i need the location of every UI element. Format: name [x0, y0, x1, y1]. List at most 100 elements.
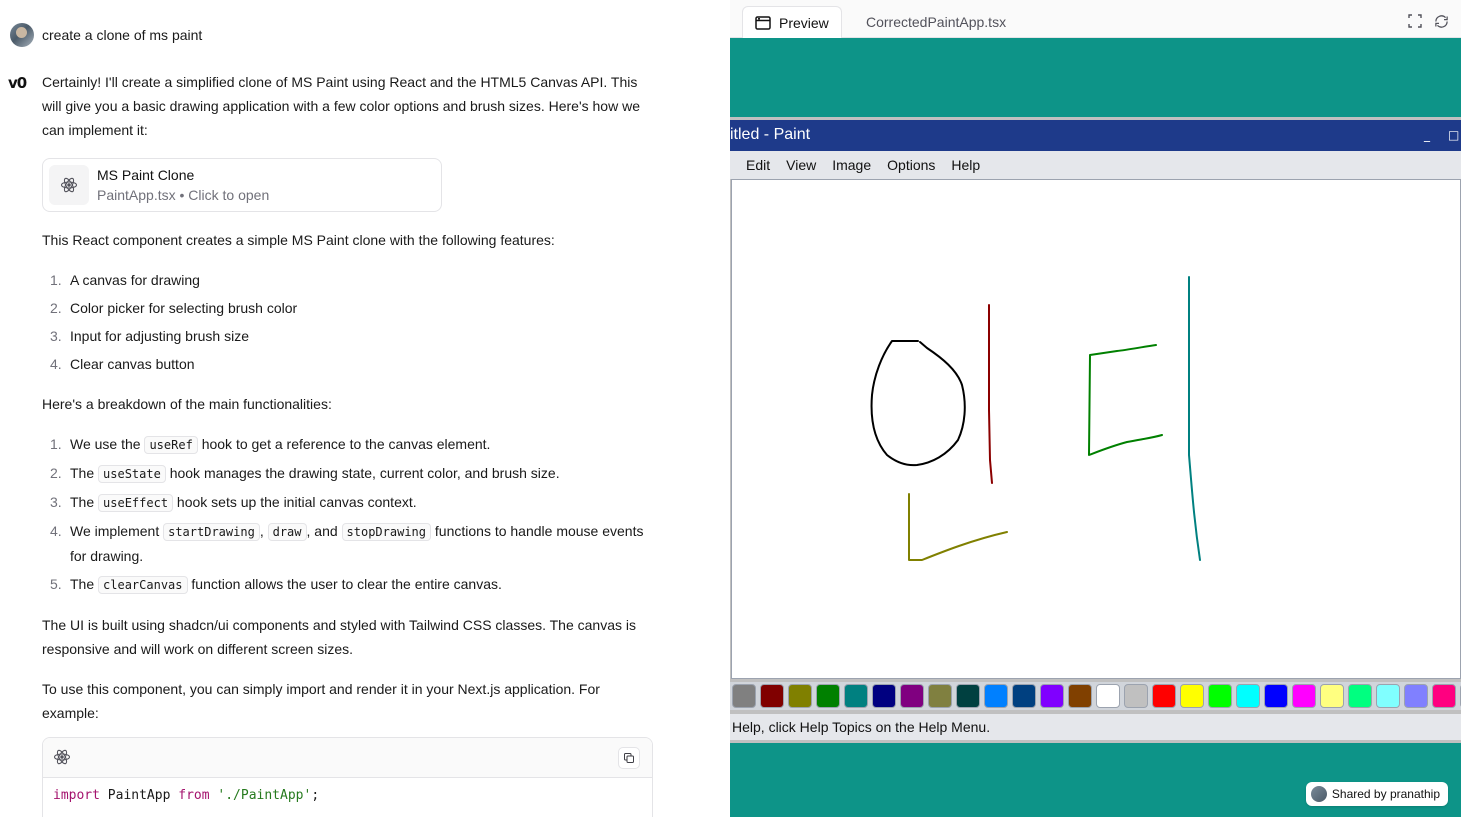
- color-swatch[interactable]: [1404, 684, 1428, 708]
- fullscreen-icon[interactable]: [1407, 13, 1423, 29]
- code-content: import PaintApp from './PaintApp';: [43, 778, 652, 813]
- color-swatch[interactable]: [1152, 684, 1176, 708]
- status-bar: Help, click Help Topics on the Help Menu…: [730, 714, 1461, 740]
- file-card[interactable]: MS Paint Clone PaintApp.tsx • Click to o…: [42, 158, 442, 212]
- list-item: 1. A canvas for drawing: [50, 272, 200, 288]
- v0-logo-icon: v0: [8, 74, 27, 92]
- sharer-avatar: [1310, 786, 1327, 802]
- user-message: create a clone of ms paint: [42, 27, 203, 43]
- feature-text: Input for adjusting brush size: [70, 328, 249, 344]
- drawn-stroke-red-line: [988, 304, 993, 484]
- preview-pane: Preview CorrectedPaintApp.tsx itled - Pa…: [730, 0, 1461, 817]
- shared-username: pranathip: [1389, 787, 1440, 801]
- drawn-stroke-teal-line: [1188, 276, 1201, 561]
- assistant-answer: Certainly! I'll create a simplified clon…: [42, 70, 657, 741]
- color-swatch[interactable]: [1096, 684, 1120, 708]
- color-swatch[interactable]: [816, 684, 840, 708]
- intro-paragraph: Certainly! I'll create a simplified clon…: [42, 74, 640, 138]
- code-keyword: from: [178, 788, 210, 803]
- color-palette: [730, 682, 1461, 710]
- inline-code: useRef: [144, 436, 198, 454]
- inline-code: draw: [267, 523, 307, 541]
- tab-file[interactable]: CorrectedPaintApp.tsx: [866, 6, 1006, 38]
- code-block-header: [43, 738, 652, 778]
- list-item: 4. We implement startDrawing, draw, and s…: [50, 523, 644, 564]
- color-swatch[interactable]: [1208, 684, 1232, 708]
- chat-pane: create a clone of ms paint v0 Certainly!…: [0, 0, 730, 817]
- menu-bar: Edit View Image Options Help: [730, 151, 1461, 179]
- file-card-subtitle: PaintApp.tsx • Click to open: [97, 185, 269, 205]
- paint-window: itled - Paint _ □ Edit View Image Option…: [730, 117, 1461, 743]
- user-message-row: create a clone of ms paint: [10, 23, 202, 47]
- shared-by-badge[interactable]: Shared by pranathip: [1305, 782, 1448, 806]
- inline-code: stopDrawing: [341, 523, 432, 541]
- list-item: 2. The useState hook manages the drawing …: [50, 465, 560, 483]
- color-swatch[interactable]: [1320, 684, 1344, 708]
- color-swatch[interactable]: [1236, 684, 1260, 708]
- color-swatch[interactable]: [984, 684, 1008, 708]
- maximize-button[interactable]: □: [1448, 128, 1459, 142]
- inline-code: clearCanvas: [98, 576, 188, 594]
- list-item: 3. The useEffect hook sets up the initial…: [50, 494, 417, 512]
- inline-code: useEffect: [98, 494, 174, 512]
- list-item: 1. We use the useRef hook to get a refere…: [50, 436, 491, 454]
- feature-text: A canvas for drawing: [70, 272, 200, 288]
- list-item: 4. Clear canvas button: [50, 356, 195, 372]
- usage-intro-paragraph: To use this component, you can simply im…: [42, 681, 600, 721]
- menu-item-edit[interactable]: Edit: [746, 157, 770, 173]
- copy-button[interactable]: [618, 747, 640, 769]
- file-card-title: MS Paint Clone: [97, 167, 195, 183]
- color-swatch[interactable]: [1376, 684, 1400, 708]
- drawn-stroke-oval: [870, 340, 966, 467]
- code-identifier: PaintApp: [99, 788, 179, 803]
- drawn-stroke-olive-l: [908, 493, 1008, 561]
- file-card-filename: PaintApp.tsx: [97, 187, 176, 203]
- code-string: './PaintApp': [217, 788, 312, 803]
- color-swatch[interactable]: [1040, 684, 1064, 708]
- color-swatch[interactable]: [732, 684, 756, 708]
- ui-note-paragraph: The UI is built using shadcn/ui componen…: [42, 617, 637, 657]
- color-swatch[interactable]: [928, 684, 952, 708]
- list-item: 5. The clearCanvas function allows the us…: [50, 576, 502, 594]
- menu-item-options[interactable]: Options: [887, 157, 935, 173]
- drawing-canvas[interactable]: [731, 179, 1461, 679]
- color-swatch[interactable]: [844, 684, 868, 708]
- color-swatch[interactable]: [956, 684, 980, 708]
- code-keyword: import: [53, 788, 100, 803]
- minimize-button[interactable]: _: [1424, 128, 1430, 142]
- color-swatch[interactable]: [1124, 684, 1148, 708]
- user-avatar: [10, 23, 34, 47]
- color-swatch[interactable]: [900, 684, 924, 708]
- copy-icon: [624, 753, 634, 763]
- breakdown-list: 1. We use the useRef hook to get a refere…: [42, 432, 657, 597]
- color-swatch[interactable]: [872, 684, 896, 708]
- color-swatch[interactable]: [760, 684, 784, 708]
- menu-item-image[interactable]: Image: [832, 157, 871, 173]
- color-swatch[interactable]: [1292, 684, 1316, 708]
- color-swatch[interactable]: [1264, 684, 1288, 708]
- menu-item-help[interactable]: Help: [951, 157, 980, 173]
- tab-file-label: CorrectedPaintApp.tsx: [866, 14, 1007, 30]
- color-swatch[interactable]: [1348, 684, 1372, 708]
- color-swatch[interactable]: [1068, 684, 1092, 708]
- window-icon: [755, 15, 771, 30]
- preview-tab-bar: Preview CorrectedPaintApp.tsx: [730, 0, 1461, 38]
- color-swatch[interactable]: [788, 684, 812, 708]
- window-title: itled - Paint: [730, 126, 811, 143]
- refresh-icon[interactable]: [1433, 13, 1449, 29]
- list-item: 2. Color picker for selecting brush color: [50, 300, 298, 316]
- color-swatch[interactable]: [1432, 684, 1456, 708]
- code-punct: ;: [311, 788, 320, 803]
- code-block: import PaintApp from './PaintApp';: [42, 737, 653, 817]
- file-card-separator: •: [175, 187, 189, 203]
- feature-text: Color picker for selecting brush color: [70, 300, 298, 316]
- color-swatch[interactable]: [1180, 684, 1204, 708]
- shared-label: Shared by: [1331, 787, 1390, 801]
- feature-text: Clear canvas button: [70, 356, 195, 372]
- color-swatch[interactable]: [1012, 684, 1036, 708]
- inline-code: startDrawing: [163, 523, 260, 541]
- tab-preview-label: Preview: [779, 14, 829, 31]
- paint-title-bar: itled - Paint _ □: [730, 120, 1461, 151]
- menu-item-view[interactable]: View: [786, 157, 816, 173]
- tab-preview[interactable]: Preview: [742, 6, 842, 38]
